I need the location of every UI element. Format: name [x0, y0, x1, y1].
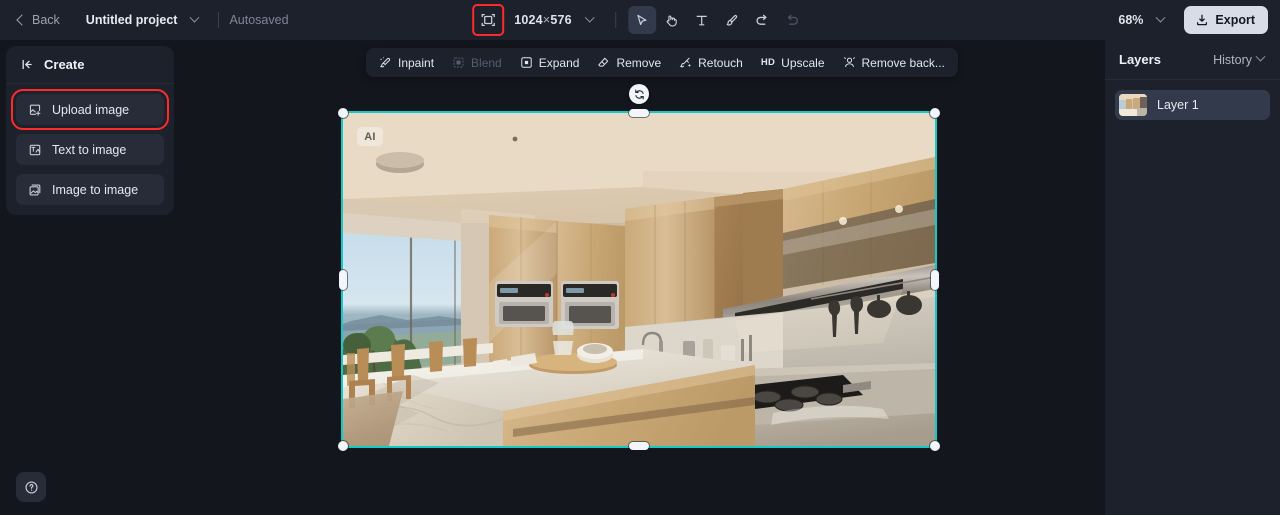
text-to-image-button[interactable]: Text to image [16, 134, 164, 165]
retouch-button[interactable]: Retouch [671, 52, 751, 74]
expand-label: Expand [538, 55, 580, 70]
brush-tool[interactable] [718, 6, 746, 34]
retouch-label: Retouch [698, 55, 743, 70]
image-to-image-button[interactable]: Image to image [16, 174, 164, 205]
help-button[interactable] [16, 472, 46, 502]
resize-handle-top-right[interactable] [930, 108, 940, 118]
remove-background-icon [843, 56, 856, 69]
blend-button[interactable]: Blend [444, 52, 510, 74]
resize-handle-top-center[interactable] [629, 109, 649, 117]
layers-panel-title: Layers [1119, 52, 1161, 67]
back-button-label: Back [32, 13, 60, 27]
create-panel: Create Upload image Text to image Image … [6, 46, 174, 215]
redo-button[interactable] [778, 6, 806, 34]
text-tool[interactable] [688, 6, 716, 34]
select-tool[interactable] [627, 6, 656, 34]
inpaint-button[interactable]: Inpaint [371, 52, 442, 74]
expand-icon [520, 56, 533, 69]
chevron-left-icon [16, 14, 28, 26]
layer-item[interactable]: Layer 1 [1115, 90, 1270, 120]
divider [218, 12, 220, 28]
image-to-image-label: Image to image [52, 182, 139, 197]
layers-panel: Layers History Layer 1 [1105, 40, 1280, 515]
resize-handle-middle-left[interactable] [339, 270, 347, 290]
resize-handle-bottom-left[interactable] [338, 441, 348, 451]
undo-button[interactable] [748, 6, 776, 34]
layers-list: Layer 1 [1105, 80, 1280, 130]
chevron-down-icon [190, 12, 200, 23]
export-button[interactable]: Export [1184, 6, 1268, 34]
image-edit-toolbar: Inpaint Blend Expand Remove Retouch HD U… [366, 48, 958, 77]
canvas-area[interactable]: AI [175, 40, 1105, 515]
remove-icon [597, 56, 610, 69]
blend-label: Blend [471, 55, 502, 70]
zoom-dropdown-button[interactable] [1147, 11, 1174, 30]
image-to-image-icon [27, 182, 42, 197]
chevron-down-icon [584, 12, 595, 23]
topbar-center-group: 1024×576 [472, 0, 806, 40]
download-icon [1195, 13, 1209, 27]
create-panel-title: Create [44, 57, 85, 72]
resize-handle-middle-right[interactable] [931, 270, 939, 290]
layers-panel-header: Layers History [1105, 40, 1280, 80]
hd-icon: HD [760, 57, 776, 68]
topbar-right-group: 68% Export [1116, 0, 1268, 40]
upscale-label: Upscale [781, 55, 825, 70]
upscale-button[interactable]: HD Upscale [753, 52, 833, 74]
upload-image-button[interactable]: Upload image [11, 89, 169, 130]
canvas-size-label[interactable]: 1024×576 [504, 9, 574, 31]
blend-icon [452, 56, 465, 69]
zoom-level-label[interactable]: 68% [1116, 9, 1145, 31]
selected-image-layer[interactable]: AI [338, 84, 940, 451]
upload-image-icon [27, 102, 42, 117]
text-to-image-label: Text to image [52, 142, 127, 157]
divider [614, 12, 616, 28]
back-button[interactable]: Back [12, 8, 66, 32]
project-menu-button[interactable] [181, 11, 208, 30]
kitchen-image [343, 113, 935, 446]
kitchen-illustration [343, 113, 935, 446]
canvas-width: 1024 [514, 13, 543, 27]
export-button-label: Export [1215, 13, 1255, 27]
resize-handle-bottom-center[interactable] [629, 442, 649, 450]
chevron-down-icon [1255, 51, 1266, 62]
project-name[interactable]: Untitled project [82, 9, 182, 31]
canvas-size-dropdown-button[interactable] [576, 11, 603, 30]
create-panel-header: Create [6, 46, 174, 84]
history-tab-label: History [1213, 52, 1252, 67]
image-editor-app: Back Untitled project Autosaved 1024×576 [0, 0, 1280, 515]
expand-button[interactable]: Expand [512, 52, 588, 74]
remove-label: Remove [616, 55, 662, 70]
inpaint-icon [379, 56, 392, 69]
crop-resize-icon[interactable] [472, 4, 505, 36]
hand-tool[interactable] [658, 6, 686, 34]
resize-handle-bottom-right[interactable] [930, 441, 940, 451]
text-to-image-icon [27, 142, 42, 157]
canvas-size-separator: × [542, 13, 551, 27]
help-circle-icon [24, 480, 39, 495]
rotate-handle[interactable] [629, 84, 649, 104]
retouch-icon [679, 56, 692, 69]
collapse-left-icon[interactable] [20, 57, 35, 72]
layer-name: Layer 1 [1157, 98, 1199, 112]
remove-button[interactable]: Remove [589, 52, 669, 74]
topbar-left-group: Back Untitled project Autosaved [0, 0, 289, 40]
upload-image-label: Upload image [52, 102, 130, 117]
remove-background-label: Remove back... [861, 55, 945, 70]
top-toolbar: Back Untitled project Autosaved 1024×576 [0, 0, 1280, 40]
ai-watermark-badge: AI [357, 127, 383, 146]
remove-background-button[interactable]: Remove back... [835, 52, 953, 74]
create-options-list: Upload image Text to image Image to imag… [6, 84, 174, 205]
history-tab[interactable]: History [1213, 51, 1266, 67]
layer-thumbnail [1119, 94, 1147, 116]
inpaint-label: Inpaint [398, 55, 435, 70]
resize-handle-top-left[interactable] [338, 108, 348, 118]
chevron-down-icon [1155, 12, 1166, 23]
autosaved-status: Autosaved [229, 13, 289, 27]
canvas-height: 576 [550, 13, 572, 27]
